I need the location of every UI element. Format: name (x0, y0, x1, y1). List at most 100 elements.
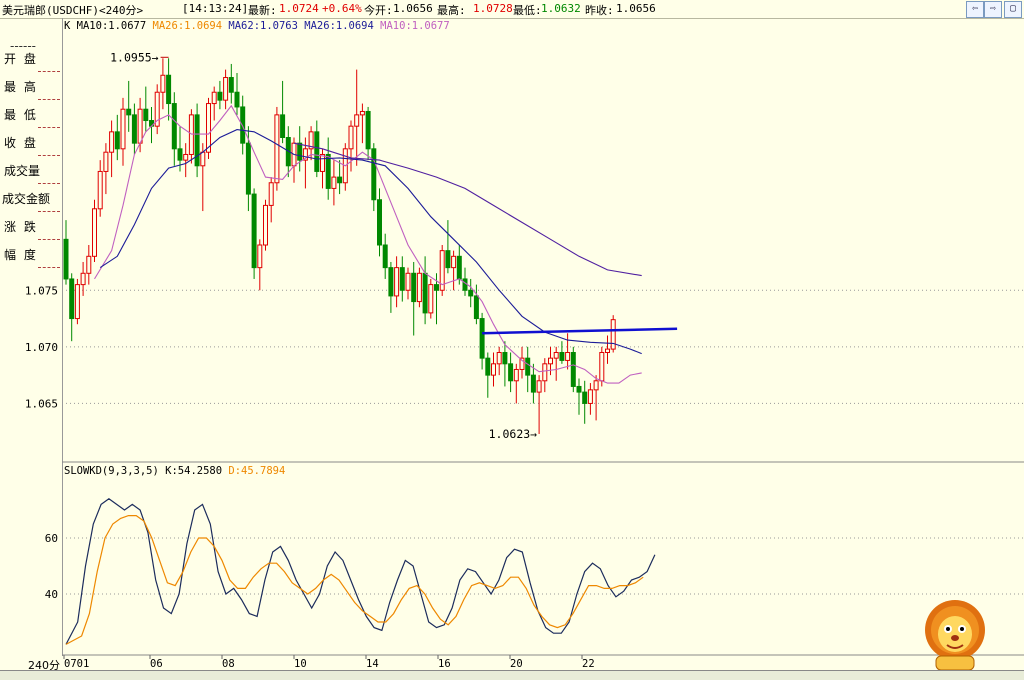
x-tick-label: 14 (366, 658, 379, 670)
candle-body (200, 151, 206, 167)
candle-body (228, 77, 234, 93)
candle-body (491, 363, 496, 376)
candle-body (331, 176, 337, 189)
x-tick-label: 20 (510, 658, 523, 670)
candle-body (485, 357, 491, 376)
candle-body (217, 91, 223, 101)
price-tick-label: 1.075 (25, 284, 58, 297)
candle-body (565, 352, 571, 361)
candle-body (206, 103, 211, 153)
candle-body (92, 208, 97, 257)
candle-body (263, 204, 268, 246)
candle-body (143, 108, 149, 122)
candle-body (245, 142, 251, 195)
candle-body (394, 267, 400, 297)
trend-line (482, 327, 678, 335)
x-tick-label: 16 (438, 658, 451, 670)
candle-body (468, 289, 474, 297)
candle-body (114, 131, 120, 150)
candle-body (525, 357, 531, 376)
candle-body (479, 318, 485, 359)
candle-body (593, 380, 599, 391)
candle-body (297, 142, 303, 161)
candle-body (508, 363, 514, 382)
candle-body (354, 114, 360, 127)
x-tick-label: 0701 (64, 658, 89, 670)
candle-body (240, 106, 246, 144)
candle-body (194, 114, 200, 167)
kd-tick-label: 40 (45, 588, 58, 601)
candle-body (365, 110, 371, 150)
candle-body (473, 295, 479, 320)
candle-body (530, 374, 536, 393)
x-tick-label: 10 (294, 658, 307, 670)
price-chart[interactable]: 1.075 1.070 1.065 60 40 0701 06 08 10 14 16 20 22 1.0… (0, 0, 1024, 679)
candle-body (126, 108, 132, 116)
candle-body (166, 74, 172, 105)
candle-body (513, 368, 519, 382)
candle-body (320, 153, 325, 172)
candle-body (445, 250, 451, 269)
candle-body (177, 148, 183, 161)
candle-body (137, 108, 143, 144)
candle-body (120, 108, 126, 150)
candle-body (80, 272, 86, 286)
candle-body (582, 391, 588, 404)
candle-body (399, 267, 405, 291)
x-tick-label: 22 (582, 658, 595, 670)
candle-body (553, 352, 559, 359)
candle-body (160, 74, 166, 93)
candle-body (496, 352, 502, 365)
candle-body (268, 182, 274, 206)
candles (63, 58, 616, 434)
candle-body (274, 114, 280, 184)
price-tick-label: 1.065 (25, 397, 58, 410)
candle-body (109, 131, 115, 153)
candle-body (576, 385, 582, 393)
candle-body (428, 284, 434, 314)
candle-body (63, 238, 69, 280)
lion-mascot-icon (925, 600, 985, 671)
candle-body (257, 244, 263, 269)
candle-body (434, 284, 439, 291)
candle-body (234, 91, 240, 108)
candle-body (325, 153, 331, 189)
candle-body (131, 114, 137, 144)
x-tick-label: 06 (150, 658, 163, 670)
candle-body (337, 176, 343, 184)
kd-tick-label: 60 (45, 532, 58, 545)
grid (62, 289, 1024, 659)
candle-body (502, 352, 508, 365)
kd-line-d (65, 514, 644, 645)
candle-body (548, 357, 553, 365)
candle-body (382, 244, 388, 269)
candle-body (377, 199, 382, 246)
price-tick-label: 1.070 (25, 341, 58, 354)
candle-body (599, 352, 605, 382)
candle-body (451, 255, 457, 269)
candle-body (416, 272, 422, 303)
candle-body (542, 363, 548, 382)
candle-body (69, 278, 75, 320)
candle-body (411, 272, 417, 303)
candle-body (388, 267, 394, 297)
low-annotation: 1.0623→ (489, 427, 538, 441)
candle-body (559, 352, 565, 361)
candle-body (223, 77, 229, 101)
candle-body (348, 125, 354, 150)
candle-body (359, 110, 365, 116)
candle-body (171, 103, 177, 150)
candle-body (456, 255, 462, 280)
x-tick-label: 08 (222, 658, 235, 670)
candle-body (536, 380, 542, 393)
candle-body (422, 272, 428, 314)
candle-body (86, 255, 92, 274)
candle-body (103, 151, 109, 172)
ma-line-ma26 (99, 129, 642, 355)
candle-body (605, 348, 610, 353)
kd-lines (65, 498, 656, 645)
candle-body (251, 193, 257, 269)
candle-body (462, 278, 468, 291)
candle-body (570, 352, 576, 387)
high-annotation: 1.0955→ (110, 50, 159, 64)
